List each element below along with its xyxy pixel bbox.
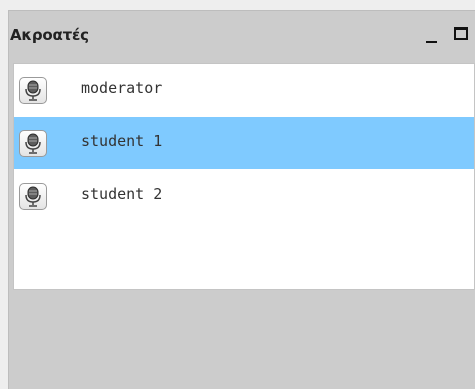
microphone-icon[interactable]	[19, 77, 47, 104]
list-item[interactable]: moderator	[14, 64, 474, 116]
panel-title: Ακροατές	[10, 26, 89, 44]
microphone-icon[interactable]	[19, 183, 47, 210]
minimize-icon[interactable]	[424, 25, 440, 45]
listeners-panel: Ακροατές moderator student 1 student 2	[8, 10, 475, 389]
listener-name: moderator	[81, 79, 163, 97]
list-item[interactable]: student 2	[14, 170, 474, 222]
maximize-icon[interactable]	[454, 27, 468, 40]
panel-title-bar[interactable]: Ακροατές	[9, 11, 475, 63]
microphone-icon[interactable]	[19, 130, 47, 157]
listener-name: student 1	[81, 132, 163, 150]
listeners-list: moderator student 1 student 2	[13, 63, 475, 290]
list-item[interactable]: student 1	[14, 117, 474, 169]
listener-name: student 2	[81, 185, 163, 203]
